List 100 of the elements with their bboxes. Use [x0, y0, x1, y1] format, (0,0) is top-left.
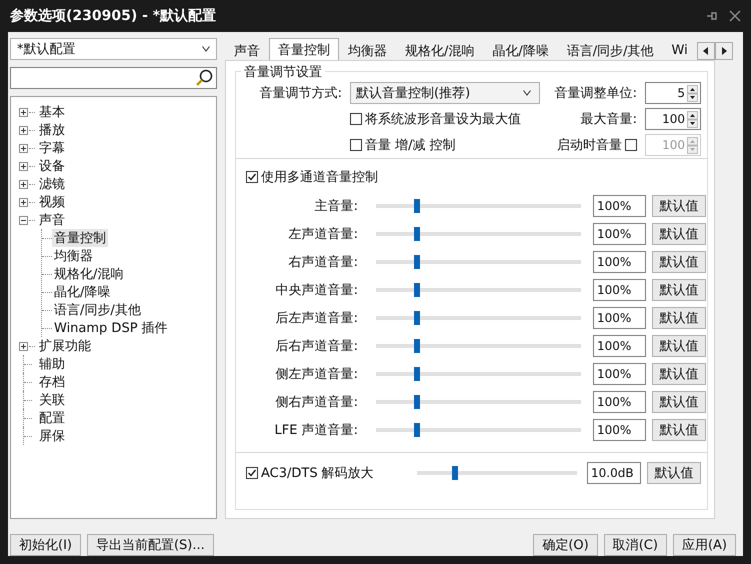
slider-thumb[interactable] — [414, 255, 420, 269]
value-field[interactable]: 10.0dB — [587, 462, 641, 484]
search-icon[interactable] — [195, 69, 213, 87]
tree-item[interactable]: 字幕 — [37, 139, 67, 157]
scroll-right-icon[interactable] — [714, 42, 733, 60]
checkbox[interactable] — [246, 171, 258, 183]
expand-icon[interactable] — [19, 198, 28, 206]
channel-label: LFE 声道音量: — [274, 422, 358, 439]
dialog-button[interactable]: 导出当前配置(S)... — [86, 534, 214, 556]
checkbox-label: 音量 增/减 控制 — [365, 137, 456, 154]
tree-item[interactable]: 声音 — [37, 211, 67, 229]
number-field[interactable]: 100 — [645, 108, 701, 130]
slider-thumb[interactable] — [414, 283, 420, 297]
dialog-button[interactable]: 应用(A) — [672, 534, 736, 556]
dialog-button[interactable]: 初始化(I) — [10, 534, 81, 556]
tab[interactable]: 声音 — [225, 40, 269, 60]
value-field[interactable]: 100% — [593, 307, 646, 329]
expand-icon[interactable] — [19, 342, 28, 350]
check-icon — [247, 172, 257, 182]
default-button[interactable]: 默认值 — [652, 363, 706, 385]
channel-label: 后左声道音量: — [274, 310, 358, 327]
channel-label: 侧左声道音量: — [274, 366, 358, 383]
tab[interactable]: 语言/同步/其他 — [558, 40, 663, 60]
tab[interactable]: 音量控制 — [269, 38, 339, 60]
checkbox-label: 将系统波形音量设为最大值 — [365, 111, 521, 128]
tree-item[interactable]: 晶化/降噪 — [52, 283, 112, 301]
slider-thumb[interactable] — [414, 395, 420, 409]
tree-item[interactable]: 滤镜 — [37, 175, 67, 193]
value-field[interactable]: 100% — [593, 251, 646, 273]
channel-label: 右声道音量: — [288, 254, 358, 271]
channel-label: 侧右声道音量: — [274, 394, 358, 411]
expand-icon[interactable] — [19, 162, 28, 170]
number-field[interactable]: 5 — [645, 82, 701, 104]
tree-item[interactable]: 基本 — [37, 103, 67, 121]
close-icon[interactable] — [729, 10, 741, 22]
default-button[interactable]: 默认值 — [652, 279, 706, 301]
slider-thumb[interactable] — [414, 311, 420, 325]
default-button[interactable]: 默认值 — [647, 462, 701, 484]
default-button[interactable]: 默认值 — [652, 195, 706, 217]
default-button[interactable]: 默认值 — [652, 307, 706, 329]
group-title: 音量调节设置 — [241, 63, 325, 81]
expand-icon[interactable] — [19, 108, 28, 116]
tree-item[interactable]: 语言/同步/其他 — [52, 301, 143, 319]
default-button[interactable]: 默认值 — [652, 419, 706, 441]
slider-thumb[interactable] — [414, 367, 420, 381]
tree-item[interactable]: 均衡器 — [52, 247, 95, 265]
tree-item[interactable]: 设备 — [37, 157, 67, 175]
window-title: 参数选项(230905) - *默认配置 — [10, 7, 216, 25]
slider-thumb[interactable] — [414, 423, 420, 437]
tree-item[interactable]: 关联 — [37, 391, 67, 409]
tab[interactable]: Wi — [662, 40, 697, 60]
tree-item[interactable]: 扩展功能 — [37, 337, 93, 355]
value-field[interactable]: 100% — [593, 419, 646, 441]
tree-item[interactable]: 音量控制 — [52, 229, 108, 247]
tree-item[interactable]: 辅助 — [37, 355, 67, 373]
tree-item[interactable]: 规格化/混响 — [52, 265, 126, 283]
value-field[interactable]: 100% — [593, 391, 646, 413]
default-button[interactable]: 默认值 — [652, 335, 706, 357]
spin-arrows-icon[interactable] — [687, 84, 698, 102]
tree-item[interactable]: 存档 — [37, 373, 67, 391]
tab[interactable]: 均衡器 — [339, 40, 396, 60]
tree-item[interactable]: 视频 — [37, 193, 67, 211]
default-button[interactable]: 默认值 — [652, 391, 706, 413]
value-field[interactable]: 100% — [593, 195, 646, 217]
tab[interactable]: 晶化/降噪 — [483, 40, 558, 60]
channel-label: 中央声道音量: — [274, 282, 358, 299]
slider-thumb[interactable] — [414, 199, 420, 213]
dialog-button[interactable]: 取消(C) — [604, 534, 667, 556]
pin-icon[interactable] — [705, 10, 717, 22]
spin-arrows-icon[interactable] — [687, 110, 698, 128]
field-label: 音量调整单位: — [554, 85, 637, 102]
tree-item[interactable]: 播放 — [37, 121, 67, 139]
checkbox[interactable] — [246, 467, 258, 479]
dialog-button[interactable]: 确定(O) — [533, 534, 598, 556]
slider-thumb[interactable] — [414, 339, 420, 353]
chevron-down-icon — [523, 90, 531, 96]
channel-label: 左声道音量: — [288, 226, 358, 243]
default-button[interactable]: 默认值 — [652, 223, 706, 245]
value-field[interactable]: 100% — [593, 279, 646, 301]
tree-item[interactable]: Winamp DSP 插件 — [52, 319, 170, 337]
tree-item[interactable]: 屏保 — [37, 427, 67, 445]
expand-icon[interactable] — [19, 126, 28, 134]
slider-thumb[interactable] — [452, 466, 458, 480]
checkbox[interactable] — [350, 113, 362, 125]
expand-icon[interactable] — [19, 180, 28, 188]
checkbox[interactable] — [350, 139, 362, 151]
scroll-left-icon[interactable] — [696, 42, 715, 60]
expand-icon[interactable] — [19, 144, 28, 152]
slider-thumb[interactable] — [414, 227, 420, 241]
tab[interactable]: 规格化/混响 — [396, 40, 484, 60]
default-button[interactable]: 默认值 — [652, 251, 706, 273]
channel-label: 后右声道音量: — [274, 338, 358, 355]
mode-dropdown[interactable]: 默认音量控制(推荐) — [350, 82, 540, 104]
value-field[interactable]: 100% — [593, 223, 646, 245]
value-field[interactable]: 100% — [593, 363, 646, 385]
tree-item[interactable]: 配置 — [37, 409, 67, 427]
profile-dropdown[interactable]: *默认配置 — [10, 38, 217, 60]
value-field[interactable]: 100% — [593, 335, 646, 357]
search-field[interactable] — [10, 67, 217, 89]
collapse-icon[interactable] — [19, 216, 28, 224]
